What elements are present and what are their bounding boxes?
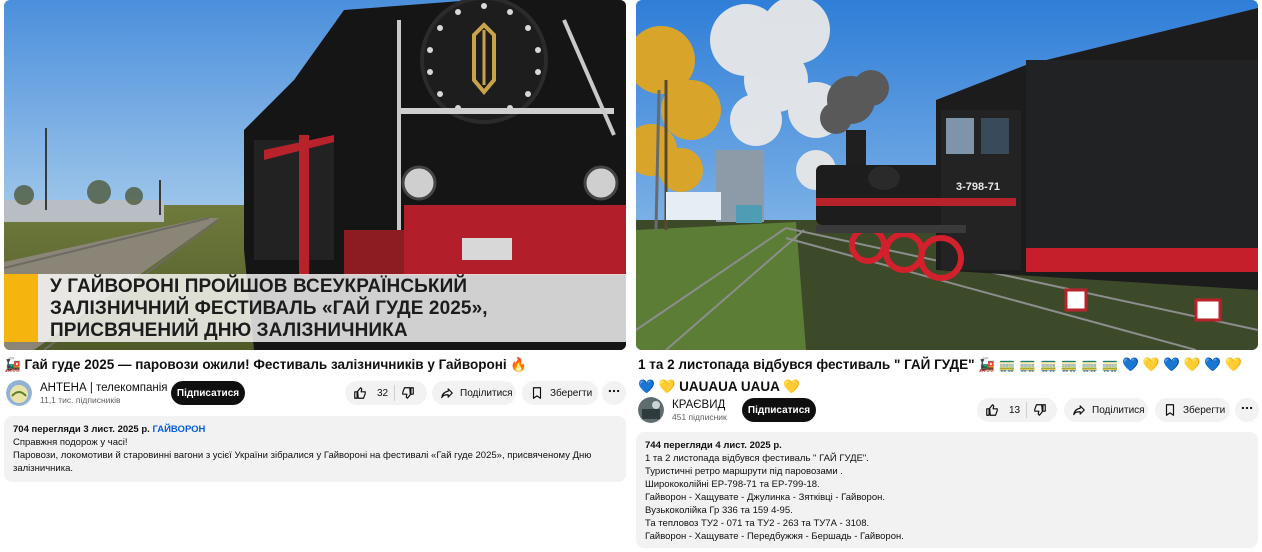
more-icon xyxy=(607,384,621,403)
hashtag-link[interactable]: ГАЙВОРОН xyxy=(152,424,205,435)
share-label: Поділитися xyxy=(460,387,513,399)
overlay-accent-bar xyxy=(4,274,38,342)
description-box[interactable]: 704 перегляди 3 лист. 2025 р. ГАЙВОРОН С… xyxy=(4,416,626,482)
description-line: Та тепловоз ТУ2 - 071 та ТУ2 - 263 та ТУ… xyxy=(645,518,870,529)
subscriber-count: 451 підписник xyxy=(672,411,727,422)
description-line: Гайворон - Хащувате - Джулинка - Зятківц… xyxy=(645,492,886,503)
save-button[interactable]: Зберегти xyxy=(1155,398,1230,422)
save-label: Зберегти xyxy=(550,387,593,399)
share-button[interactable]: Поділитися xyxy=(1064,398,1148,422)
description-line: Вузькоколійка Гр 336 та 159 4-95. xyxy=(645,505,793,516)
more-actions-button[interactable] xyxy=(1235,398,1259,422)
like-dislike-group: 13 xyxy=(977,398,1057,422)
share-label: Поділитися xyxy=(1092,404,1145,416)
description-line: Туристичні ретро маршрути під паровозами… xyxy=(645,466,843,477)
like-count: 32 xyxy=(377,387,389,399)
subscribe-button[interactable]: Підписатися xyxy=(742,398,816,422)
bookmark-icon xyxy=(1163,403,1177,417)
video-title[interactable]: 🚂 Гай гуде 2025 — паровози ожили! Фестив… xyxy=(4,354,527,376)
thumbs-down-icon[interactable] xyxy=(1033,403,1047,417)
thumbs-down-icon[interactable] xyxy=(401,386,415,400)
video-title[interactable]: 1 та 2 листопада відбувся фестиваль " ГА… xyxy=(638,354,1256,398)
channel-info: КРАЄВИД 451 підписник xyxy=(638,397,727,423)
share-icon xyxy=(1072,403,1086,417)
description-box[interactable]: 744 перегляди 4 лист. 2025 р. 1 та 2 лис… xyxy=(636,432,1258,548)
channel-name[interactable]: АНТЕНА | телекомпанія xyxy=(40,381,168,395)
view-count-date: 744 перегляди 4 лист. 2025 р. xyxy=(645,440,782,451)
thumbnail-caption: У ГАЙВОРОНІ ПРОЙШОВ ВСЕУКРАЇНСЬКИЙ ЗАЛІЗ… xyxy=(50,276,488,341)
subscribe-button[interactable]: Підписатися xyxy=(171,381,245,405)
save-label: Зберегти xyxy=(1183,404,1226,416)
thumbs-up-icon[interactable] xyxy=(353,386,367,400)
like-count: 13 xyxy=(1009,404,1021,416)
video-panel-right: 3-798-71 xyxy=(636,0,1258,350)
loco-number-plate: 3-798-71 xyxy=(956,181,1000,193)
description-line: Справжня подорож у часі! xyxy=(13,437,128,448)
description-line: залізничника. xyxy=(13,463,73,474)
description-line: Гайворон - Хащувате - Передбужжя - Берша… xyxy=(645,531,904,542)
share-icon xyxy=(440,386,454,400)
save-button[interactable]: Зберегти xyxy=(522,381,598,405)
description-line: 1 та 2 листопада відбувся фестиваль " ГА… xyxy=(645,453,869,464)
bookmark-icon xyxy=(530,386,544,400)
video-panel-left: У ГАЙВОРОНІ ПРОЙШОВ ВСЕУКРАЇНСЬКИЙ ЗАЛІЗ… xyxy=(4,0,626,350)
thumbs-up-icon[interactable] xyxy=(985,403,999,417)
channel-name[interactable]: КРАЄВИД xyxy=(672,398,727,412)
more-actions-button[interactable] xyxy=(602,381,626,405)
description-line: Паровози, локомотиви й старовинні вагони… xyxy=(13,450,592,461)
view-count-date: 704 перегляди 3 лист. 2025 р. xyxy=(13,424,150,435)
channel-info: АНТЕНА | телекомпанія 11,1 тис. підписни… xyxy=(6,380,168,406)
video-thumbnail[interactable]: 3-798-71 xyxy=(636,0,1258,350)
more-icon xyxy=(1240,401,1254,420)
share-button[interactable]: Поділитися xyxy=(432,381,516,405)
steam-locomotive-image: 3-798-71 xyxy=(636,0,1258,350)
like-dislike-group: 32 xyxy=(345,381,427,405)
description-line: Ширококолійні ЕР-798-71 та ЕР-799-18. xyxy=(645,479,820,490)
channel-avatar[interactable] xyxy=(6,380,32,406)
video-thumbnail[interactable]: У ГАЙВОРОНІ ПРОЙШОВ ВСЕУКРАЇНСЬКИЙ ЗАЛІЗ… xyxy=(4,0,626,350)
channel-avatar[interactable] xyxy=(638,397,664,423)
subscriber-count: 11,1 тис. підписників xyxy=(40,394,121,405)
